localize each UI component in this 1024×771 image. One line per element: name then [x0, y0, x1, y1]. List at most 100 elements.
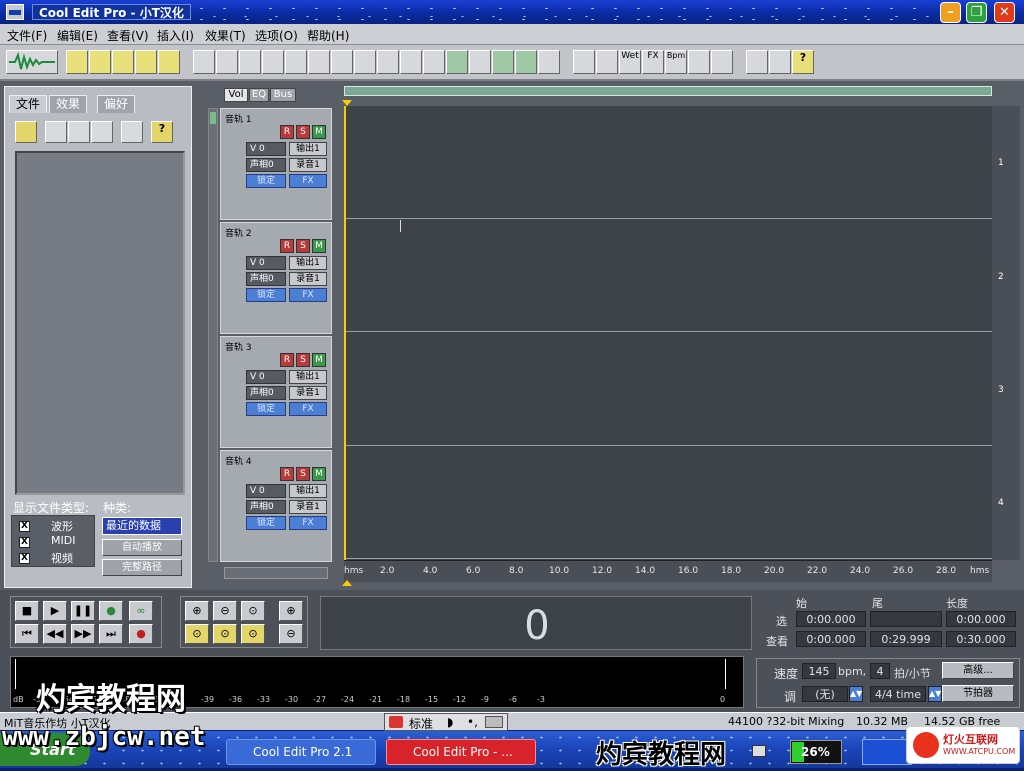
lock-button[interactable]: 锁定 [246, 288, 286, 302]
selection-length-field[interactable]: 0:00.000 [946, 611, 1016, 627]
zoom-right-icon[interactable]: ⊙ [213, 624, 237, 644]
mute-button[interactable]: M [312, 467, 326, 481]
tool-6-icon[interactable] [308, 50, 330, 74]
save-all-icon[interactable] [158, 50, 180, 74]
ime-toolbar[interactable]: 标准 ◗ •, [384, 713, 508, 731]
zoom-selection-icon[interactable]: ⊙ [241, 624, 265, 644]
selection-begin-field[interactable]: 0:00.000 [796, 611, 866, 627]
tool-8-icon[interactable] [354, 50, 376, 74]
tool-11-icon[interactable] [423, 50, 445, 74]
go-to-start-icon[interactable]: ⏮ [15, 624, 39, 644]
tool-16-icon[interactable] [538, 50, 560, 74]
punctuation-icon[interactable]: •, [467, 715, 478, 729]
tool-15-icon[interactable] [515, 50, 537, 74]
output-button[interactable]: 输出1 [289, 256, 327, 270]
time-signature-arrow-icon[interactable]: ▲▼ [928, 686, 942, 702]
insert-multitrack-icon[interactable] [91, 121, 113, 143]
advanced-button[interactable]: 高级... [942, 662, 1014, 679]
volume-field[interactable]: V 0 [246, 484, 286, 498]
fx-button[interactable]: FX [289, 174, 327, 188]
output-button[interactable]: 输出1 [289, 370, 327, 384]
play-to-end-icon[interactable]: ● [99, 601, 123, 621]
track-lane-3[interactable] [344, 333, 992, 446]
filetype-checkbox-wave[interactable]: X [19, 521, 30, 532]
ime-mode[interactable]: 标准 [409, 715, 433, 732]
loop-icon[interactable]: ∞ [129, 601, 153, 621]
menu-file[interactable]: 文件(F) [7, 27, 47, 44]
output-button[interactable]: 输出1 [289, 142, 327, 156]
menu-view[interactable]: 查看(V) [107, 27, 149, 44]
fx-button[interactable]: FX [289, 516, 327, 530]
multitrack-area[interactable] [344, 106, 992, 560]
mute-button[interactable]: M [312, 353, 326, 367]
fx-button[interactable]: FX [289, 402, 327, 416]
fullpath-button[interactable]: 完整路径 [102, 559, 182, 576]
fast-forward-icon[interactable]: ▶▶ [71, 624, 95, 644]
solo-button[interactable]: S [296, 353, 310, 367]
tool-17-icon[interactable] [573, 50, 595, 74]
save-icon[interactable] [135, 50, 157, 74]
open-folder-icon[interactable] [89, 50, 111, 74]
lock-button[interactable]: 锁定 [246, 402, 286, 416]
volume-field[interactable]: V 0 [246, 370, 286, 384]
selection-end-field[interactable] [870, 611, 942, 627]
keyboard-tray-icon[interactable] [752, 745, 766, 757]
tool-10-icon[interactable] [400, 50, 422, 74]
pan-field[interactable]: 声相0 [246, 158, 286, 172]
tab-files[interactable]: 文件 [9, 95, 48, 113]
go-to-end-icon[interactable]: ⏭ [99, 624, 123, 644]
task-cool-edit-active[interactable]: Cool Edit Pro - ... [386, 739, 536, 765]
volume-field[interactable]: V 0 [246, 256, 286, 270]
tool-9-icon[interactable] [377, 50, 399, 74]
soft-keyboard-icon[interactable] [485, 716, 503, 728]
time-signature-select[interactable]: 4/4 time [870, 686, 926, 702]
volume-field[interactable]: V 0 [246, 142, 286, 156]
ime-logo-icon[interactable] [389, 716, 403, 728]
track-hscroll[interactable] [224, 567, 328, 579]
pan-field[interactable]: 声相0 [246, 272, 286, 286]
tab-favorites[interactable]: 偏好 [97, 95, 136, 113]
track-lane-1[interactable] [344, 106, 992, 219]
track-lane-2[interactable] [344, 219, 992, 332]
settings-icon[interactable] [746, 50, 768, 74]
solo-button[interactable]: S [296, 239, 310, 253]
record-arm-button[interactable]: R [280, 125, 294, 139]
zoom-out-icon[interactable]: ⊖ [213, 601, 237, 621]
zoom-full-icon[interactable]: ⊙ [241, 601, 265, 621]
undo-icon[interactable] [193, 50, 215, 74]
pan-field[interactable]: 声相0 [246, 386, 286, 400]
zoom-out-vertical-icon[interactable]: ⊖ [279, 624, 303, 644]
record-arm-button[interactable]: R [280, 239, 294, 253]
tab-eq[interactable]: EQ [249, 88, 269, 102]
session-overview-bar[interactable] [344, 86, 992, 96]
cut-icon[interactable] [285, 50, 307, 74]
tool-7-icon[interactable] [331, 50, 353, 74]
close-file-icon[interactable] [68, 121, 90, 143]
record-input-button[interactable]: 录音1 [289, 158, 327, 172]
tray-button[interactable] [862, 739, 912, 765]
tool-13-icon[interactable] [469, 50, 491, 74]
tempo-field[interactable]: 145 [802, 663, 836, 679]
close-button[interactable]: ✕ [994, 2, 1015, 23]
mute-button[interactable]: M [312, 125, 326, 139]
key-select[interactable]: (无) [802, 686, 848, 702]
record-input-button[interactable]: 录音1 [289, 386, 327, 400]
filetype-checkbox-video[interactable]: X [19, 553, 30, 564]
tool-18-icon[interactable] [596, 50, 618, 74]
view-end-field[interactable]: 0:29.999 [870, 631, 942, 647]
record-input-button[interactable]: 录音1 [289, 272, 327, 286]
tool-12-icon[interactable] [446, 50, 468, 74]
pause-icon[interactable]: ❚❚ [71, 601, 95, 621]
waveform-toggle-button[interactable] [6, 50, 58, 74]
sort-select[interactable]: 最近的数据 [102, 517, 182, 535]
minimize-button[interactable]: – [940, 2, 961, 23]
output-button[interactable]: 输出1 [289, 484, 327, 498]
open-folder-icon[interactable] [15, 121, 37, 143]
zoom-in-icon[interactable]: ⊕ [185, 601, 209, 621]
solo-button[interactable]: S [296, 467, 310, 481]
view-length-field[interactable]: 0:30.000 [946, 631, 1016, 647]
tab-effects[interactable]: 效果 [49, 95, 88, 113]
record-icon[interactable]: ● [129, 624, 153, 644]
tool-22-icon[interactable] [688, 50, 710, 74]
wet-button[interactable]: Wet [619, 50, 641, 74]
